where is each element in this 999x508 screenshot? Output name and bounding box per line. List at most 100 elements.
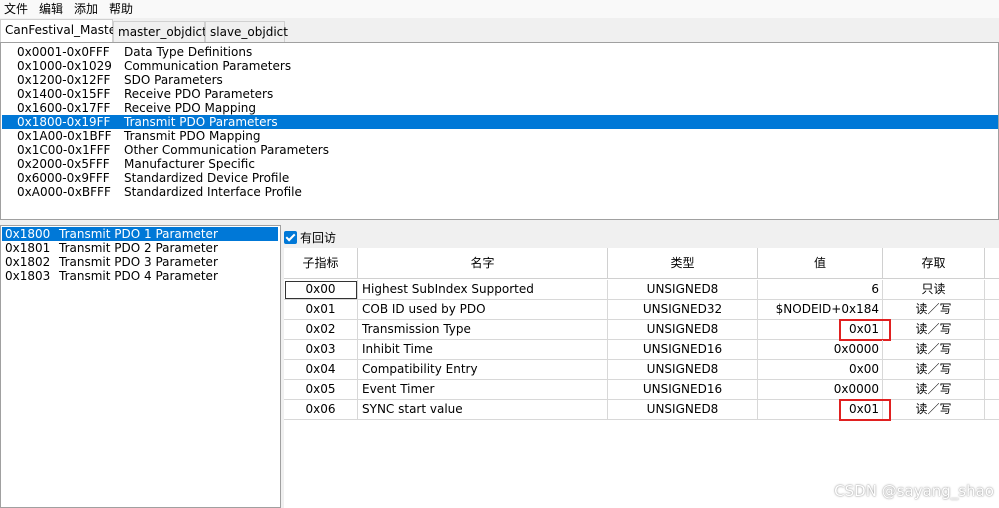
range-code: 0x1A00-0x1BFF <box>17 129 112 143</box>
range-label: Transmit PDO Mapping <box>124 129 261 143</box>
header-access[interactable]: 存取 <box>883 248 985 279</box>
cell-type[interactable]: UNSIGNED16 <box>608 340 758 360</box>
table-row[interactable]: 0x03 Inhibit Time UNSIGNED16 0x0000 读／写 <box>284 340 999 360</box>
subindex-label: Transmit PDO 1 Parameter <box>59 227 218 241</box>
cell-name[interactable]: Inhibit Time <box>358 340 608 360</box>
entry-grid: 子指标 名字 类型 值 存取 0x00 Highest SubIndex Supp… <box>284 248 999 508</box>
cell-subindex[interactable]: 0x05 <box>284 380 358 400</box>
tab-canfestival-master[interactable]: CanFestival_Master <box>0 19 121 42</box>
range-item[interactable]: 0x1A00-0x1BFF Transmit PDO Mapping <box>2 129 998 143</box>
value-highlight-box <box>839 319 891 341</box>
cell-value[interactable]: 0x00 <box>758 360 883 380</box>
range-label: SDO Parameters <box>124 73 223 87</box>
range-item[interactable]: 0xA000-0xBFFF Standardized Interface Prof… <box>2 185 998 199</box>
range-item[interactable]: 0x1C00-0x1FFF Other Communication Paramet… <box>2 143 998 157</box>
cell-type[interactable]: UNSIGNED16 <box>608 380 758 400</box>
cell-access[interactable]: 读／写 <box>883 380 985 400</box>
cell-value[interactable]: 0x0000 <box>758 380 883 400</box>
cell-name[interactable]: Compatibility Entry <box>358 360 608 380</box>
cell-subindex[interactable]: 0x01 <box>284 300 358 320</box>
range-code: 0x1600-0x17FF <box>17 101 111 115</box>
cell-name[interactable]: Event Timer <box>358 380 608 400</box>
cell-type[interactable]: UNSIGNED8 <box>608 280 758 300</box>
table-row[interactable]: 0x05 Event Timer UNSIGNED16 0x0000 读／写 <box>284 380 999 400</box>
header-name[interactable]: 名字 <box>358 248 608 279</box>
cell-access[interactable]: 读／写 <box>883 400 985 420</box>
tab-slave-objdict[interactable]: slave_objdict <box>205 21 288 42</box>
cell-name[interactable]: Highest SubIndex Supported <box>358 280 608 300</box>
cell-type[interactable]: UNSIGNED8 <box>608 360 758 380</box>
header-value[interactable]: 值 <box>758 248 883 279</box>
table-row[interactable]: 0x01 COB ID used by PDO UNSIGNED32 $NODEID+… <box>284 300 999 320</box>
cell-subindex[interactable]: 0x04 <box>284 360 358 380</box>
range-label: Data Type Definitions <box>124 45 253 59</box>
subindex-list-item[interactable]: 0x1800 Transmit PDO 1 Parameter <box>2 227 278 241</box>
cell-access[interactable]: 读／写 <box>883 320 985 340</box>
cell-access[interactable]: 读／写 <box>883 300 985 320</box>
cell-access[interactable]: 只读 <box>883 280 985 300</box>
table-row[interactable]: 0x00 Highest SubIndex Supported UNSIGNED8 6… <box>284 280 999 300</box>
cell-value[interactable]: 6 <box>758 280 883 300</box>
cell-name[interactable]: SYNC start value <box>358 400 608 420</box>
range-label: Other Communication Parameters <box>124 143 329 157</box>
range-item[interactable]: 0x0001-0x0FFF Data Type Definitions <box>2 45 998 59</box>
menu-help[interactable]: 帮助 <box>105 0 140 18</box>
subindex-label: Transmit PDO 3 Parameter <box>59 255 218 269</box>
range-item[interactable]: 0x2000-0x5FFF Manufacturer Specific <box>2 157 998 171</box>
range-code: 0x1400-0x15FF <box>17 87 111 101</box>
cell-name[interactable]: Transmission Type <box>358 320 608 340</box>
subindex-list-item[interactable]: 0x1801 Transmit PDO 2 Parameter <box>2 241 278 255</box>
cell-access[interactable]: 读／写 <box>883 360 985 380</box>
subindex-code: 0x1800 <box>5 227 51 241</box>
range-code: 0x1200-0x12FF <box>17 73 111 87</box>
grid-header: 子指标 名字 类型 值 存取 <box>284 248 999 279</box>
callback-checkbox[interactable] <box>284 230 297 244</box>
range-code: 0xA000-0xBFFF <box>17 185 111 199</box>
callback-label: 有回访 <box>300 230 337 245</box>
range-item[interactable]: 0x6000-0x9FFF Standardized Device Profile <box>2 171 998 185</box>
menu-file[interactable]: 文件 <box>0 0 35 18</box>
header-type[interactable]: 类型 <box>608 248 758 279</box>
cell-type[interactable]: UNSIGNED32 <box>608 300 758 320</box>
cell-access[interactable]: 读／写 <box>883 340 985 360</box>
range-label: Receive PDO Parameters <box>124 87 274 101</box>
cell-subindex[interactable]: 0x06 <box>284 400 358 420</box>
range-code: 0x1000-0x1029 <box>17 59 112 73</box>
cell-value[interactable]: $NODEID+0x184 <box>758 300 883 320</box>
menu-edit[interactable]: 编辑 <box>35 0 70 18</box>
table-row[interactable]: 0x02 Transmission Type UNSIGNED8 0x01 读／写 <box>284 319 999 341</box>
subindex-list-item[interactable]: 0x1802 Transmit PDO 3 Parameter <box>2 255 278 269</box>
callback-option[interactable]: 有回访 <box>284 229 336 245</box>
tab-bar: CanFestival_Master master_objdict slave_… <box>0 19 999 42</box>
table-row[interactable]: 0x04 Compatibility Entry UNSIGNED8 0x00 读／写 <box>284 360 999 380</box>
cell-name[interactable]: COB ID used by PDO <box>358 300 608 320</box>
range-item[interactable]: 0x1400-0x15FF Receive PDO Parameters <box>2 87 998 101</box>
cell-subindex[interactable]: 0x00 <box>284 280 358 300</box>
cell-value[interactable]: 0x0000 <box>758 340 883 360</box>
menu-add[interactable]: 添加 <box>70 0 105 18</box>
subindex-code: 0x1803 <box>5 269 51 283</box>
subindex-list-item[interactable]: 0x1803 Transmit PDO 4 Parameter <box>2 269 278 283</box>
header-subindex[interactable]: 子指标 <box>284 248 358 279</box>
range-code: 0x2000-0x5FFF <box>17 157 110 171</box>
range-code: 0x1C00-0x1FFF <box>17 143 111 157</box>
tab-master-objdict[interactable]: master_objdict <box>113 21 207 42</box>
range-label: Standardized Interface Profile <box>124 185 302 199</box>
range-item[interactable]: 0x1600-0x17FF Receive PDO Mapping <box>2 101 998 115</box>
subindex-code: 0x1802 <box>5 255 51 269</box>
subindex-object-list[interactable]: 0x1800 Transmit PDO 1 Parameter 0x1801 Tran… <box>0 225 281 508</box>
range-label: Communication Parameters <box>124 59 292 73</box>
cell-subindex[interactable]: 0x02 <box>284 320 358 340</box>
subindex-code: 0x1801 <box>5 241 51 255</box>
cell-type[interactable]: UNSIGNED8 <box>608 400 758 420</box>
range-item[interactable]: 0x1000-0x1029 Communication Parameters <box>2 59 998 73</box>
cell-type[interactable]: UNSIGNED8 <box>608 320 758 340</box>
cell-subindex[interactable]: 0x03 <box>284 340 358 360</box>
range-label: Receive PDO Mapping <box>124 101 257 115</box>
table-row[interactable]: 0x06 SYNC start value UNSIGNED8 0x01 读／写 <box>284 399 999 421</box>
value-highlight-box <box>839 399 891 421</box>
range-item[interactable]: 0x1200-0x12FF SDO Parameters <box>2 73 998 87</box>
range-item[interactable]: 0x1800-0x19FF Transmit PDO Parameters <box>2 115 998 129</box>
index-range-list[interactable]: 0x0001-0x0FFF Data Type Definitions 0x1000… <box>0 42 999 220</box>
menu-bar: 文件 编辑 添加 帮助 <box>0 0 999 18</box>
